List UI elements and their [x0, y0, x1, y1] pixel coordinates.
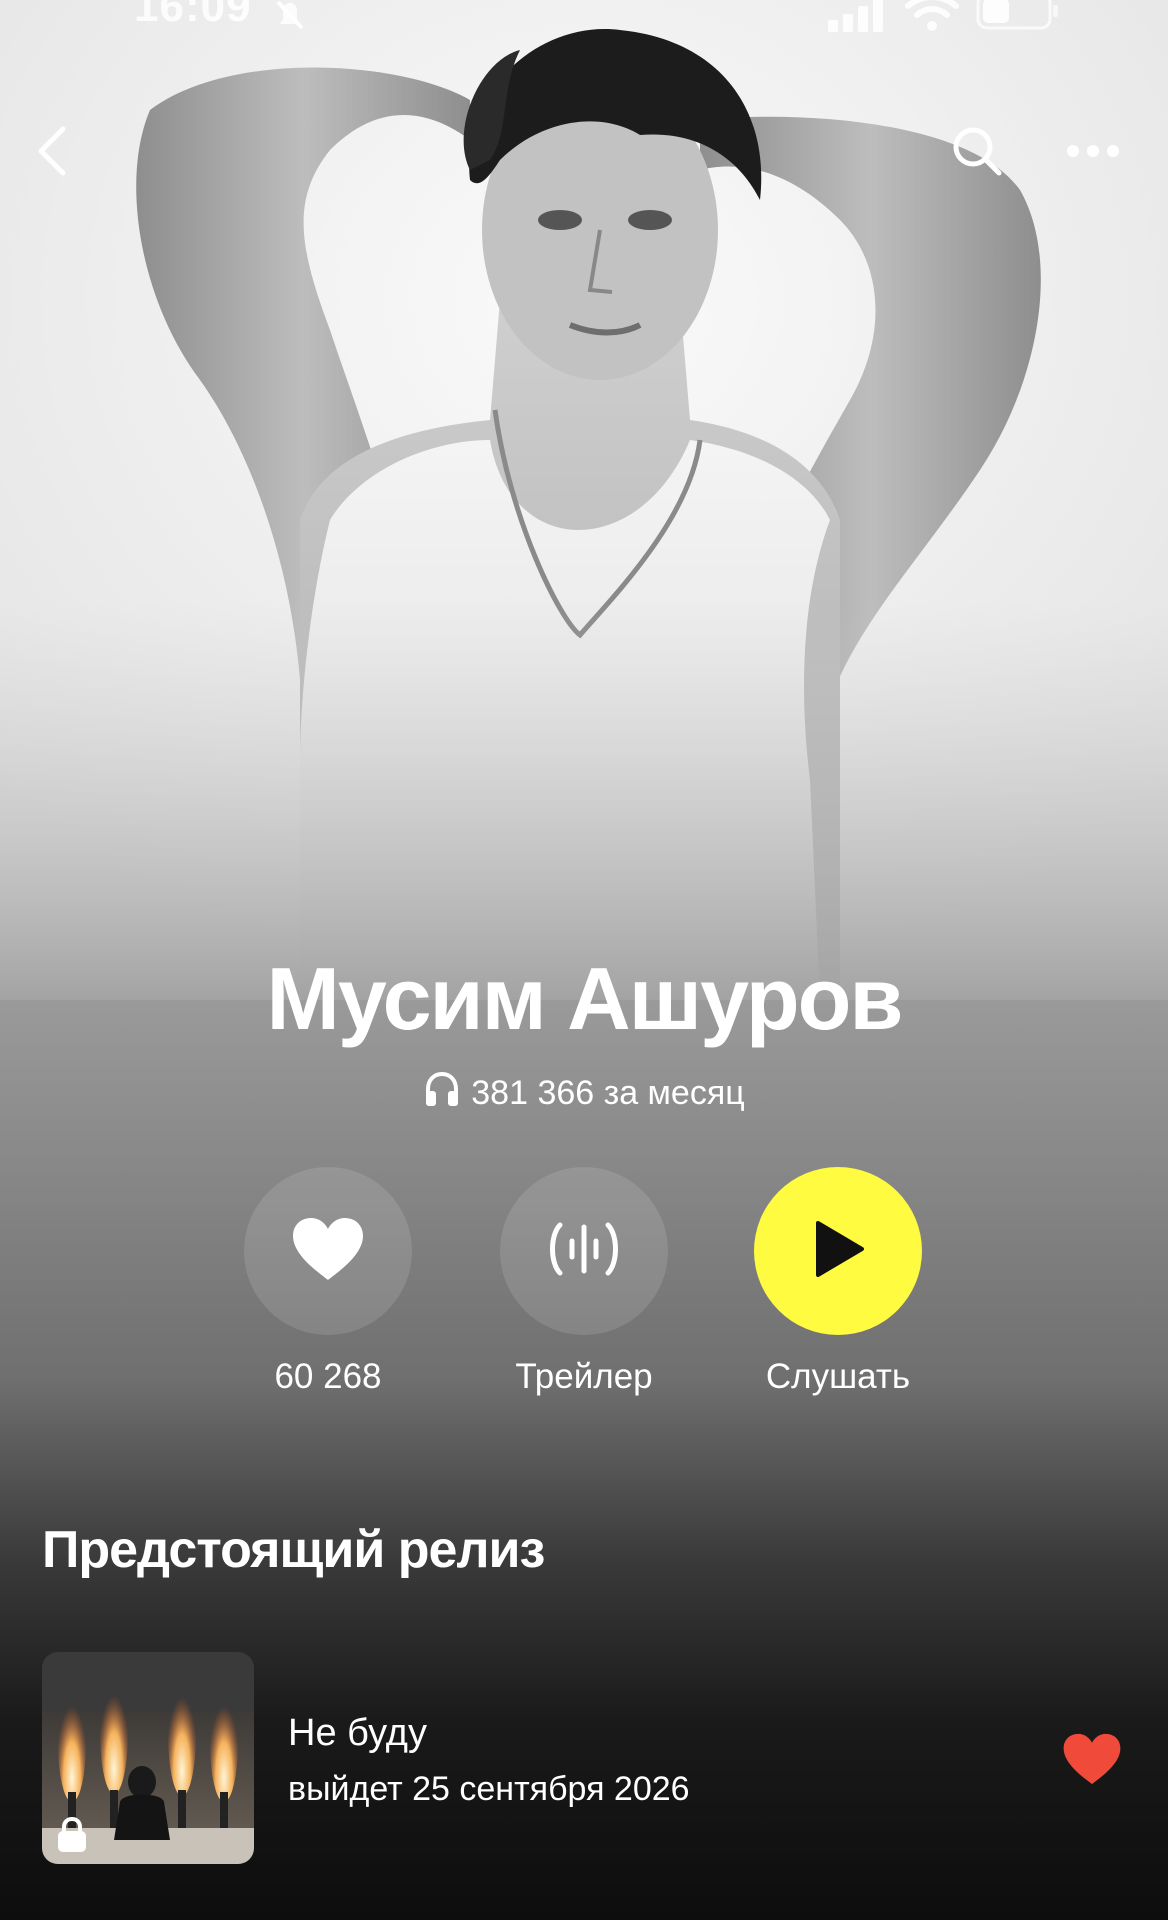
like-count: 60 268	[274, 1357, 382, 1396]
trailer-button[interactable]	[500, 1167, 668, 1335]
upcoming-release-item[interactable]: Не буду выйдет 25 сентября 2026	[0, 1652, 1168, 1866]
bell-muted-icon	[270, 0, 310, 39]
wifi-icon	[904, 0, 960, 37]
listen-action: Слушать	[728, 1167, 948, 1397]
headphones-icon	[423, 1070, 461, 1117]
search-button[interactable]	[942, 118, 1012, 188]
heart-icon	[1062, 1733, 1122, 1790]
battery-icon	[976, 0, 1062, 37]
play-button[interactable]	[754, 1167, 922, 1335]
artist-name: Мусим Ашуров	[266, 949, 904, 1048]
trailer-label: Трейлер	[515, 1357, 653, 1396]
status-time: 16:09	[134, 0, 252, 31]
search-icon	[949, 123, 1005, 184]
like-action: 60 268	[218, 1167, 438, 1397]
play-icon	[808, 1217, 868, 1286]
monthly-listeners: 381 366 за месяц	[0, 1070, 1168, 1117]
back-button[interactable]	[18, 118, 88, 188]
waveform-icon	[546, 1217, 622, 1286]
release-like-button[interactable]	[1062, 1732, 1126, 1792]
release-cover-image	[42, 1652, 254, 1864]
status-bar: 16:09	[0, 0, 1168, 40]
heart-icon	[291, 1216, 365, 1287]
listen-label: Слушать	[765, 1357, 911, 1396]
monthly-listeners-text: 381 366 за месяц	[471, 1074, 745, 1112]
more-button[interactable]	[1058, 118, 1128, 188]
chevron-left-icon	[33, 125, 73, 182]
release-date: выйдет 25 сентября 2026	[288, 1770, 690, 1808]
lock-icon	[56, 1816, 88, 1859]
more-dots-icon	[1065, 143, 1121, 164]
upcoming-release-title: Предстоящий релиз	[42, 1521, 545, 1579]
like-button[interactable]	[244, 1167, 412, 1335]
release-title: Не буду	[288, 1712, 427, 1754]
artist-actions: 60 268 Трейлер Слушать	[0, 1167, 1168, 1407]
cellular-signal-icon	[826, 0, 888, 37]
trailer-action: Трейлер	[474, 1167, 694, 1397]
